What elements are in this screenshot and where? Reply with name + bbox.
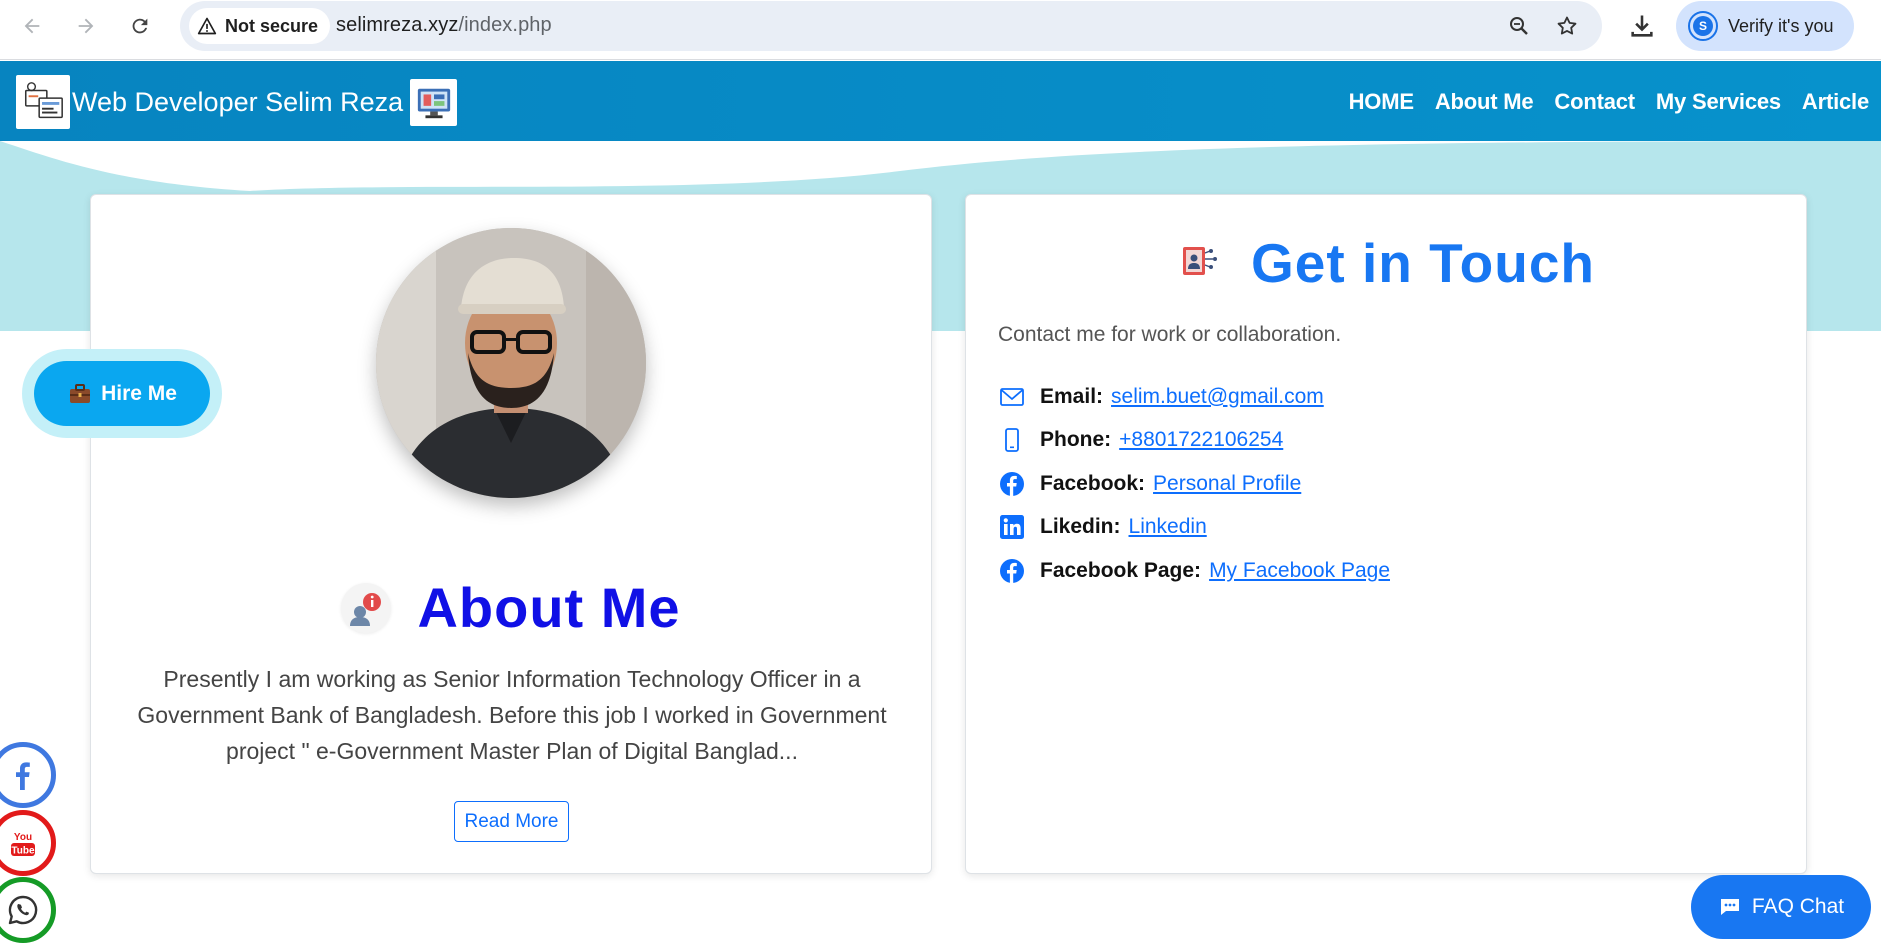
about-title: About Me	[417, 576, 681, 639]
forward-button[interactable]	[70, 10, 102, 42]
contact-email: Email: selim.buet@gmail.com	[998, 375, 1390, 419]
contact-title: Get in Touch	[1250, 232, 1595, 294]
about-card: About Me Presently I am working as Senio…	[90, 194, 932, 874]
linkedin-link[interactable]: Linkedin	[1129, 515, 1207, 539]
site-navbar: Web Developer Selim Reza HOME About Me C…	[0, 61, 1881, 141]
nav-about-me[interactable]: About Me	[1435, 89, 1534, 115]
whatsapp-icon	[8, 895, 38, 925]
youtube-icon: You Tube	[11, 830, 35, 857]
profile-initial: S	[1693, 16, 1713, 36]
svg-text:You: You	[14, 832, 32, 843]
faq-chat-button[interactable]: FAQ Chat	[1691, 875, 1871, 939]
hire-me-widget: Hire Me	[22, 349, 222, 438]
facebook-icon	[16, 762, 30, 790]
profile-label: Verify it's you	[1728, 15, 1834, 36]
contact-label: Likedin:	[1040, 515, 1121, 539]
social-whatsapp-button[interactable]	[0, 877, 56, 943]
about-description: Presently I am working as Senior Informa…	[137, 666, 887, 764]
email-link[interactable]: selim.buet@gmail.com	[1111, 385, 1324, 409]
contact-book-icon	[1177, 239, 1221, 288]
contact-facebook-page: Facebook Page: My Facebook Page	[998, 549, 1390, 593]
url-path: /index.php	[458, 14, 552, 36]
star-icon	[1557, 16, 1577, 35]
hire-me-label: Hire Me	[101, 381, 177, 405]
brand-logo[interactable]	[16, 75, 70, 129]
main-nav: HOME About Me Contact My Services Articl…	[1349, 89, 1870, 115]
nav-home[interactable]: HOME	[1349, 89, 1414, 115]
security-chip[interactable]: Not secure	[189, 8, 331, 44]
arrow-left-icon	[24, 18, 40, 34]
hire-me-button[interactable]: Hire Me	[34, 361, 210, 426]
reload-icon	[132, 18, 148, 34]
contact-label: Facebook Page:	[1040, 558, 1202, 582]
profile-chip[interactable]: S Verify it's you	[1676, 1, 1854, 51]
brand-name[interactable]: Web Developer Selim Reza	[72, 87, 403, 118]
contact-phone: Phone: +8801722106254	[998, 419, 1390, 463]
facebook-icon	[998, 470, 1026, 498]
security-label: Not secure	[225, 15, 319, 36]
avatar: S	[1688, 11, 1718, 41]
contact-label: Facebook:	[1040, 471, 1146, 495]
nav-my-services[interactable]: My Services	[1656, 89, 1781, 115]
download-icon	[1631, 15, 1653, 37]
portrait-image	[376, 228, 646, 498]
contact-label: Email:	[1040, 384, 1104, 408]
bookmark-button[interactable]	[1554, 13, 1580, 39]
linkedin-icon	[998, 513, 1026, 541]
svg-text:Tube: Tube	[11, 846, 35, 857]
info-person-icon	[341, 582, 392, 633]
contact-list: Email: selim.buet@gmail.com Phone: +8801…	[998, 375, 1390, 593]
back-button[interactable]	[16, 10, 48, 42]
social-facebook-button[interactable]	[0, 742, 56, 808]
facebook-page-link[interactable]: My Facebook Page	[1209, 559, 1390, 583]
contact-facebook: Facebook: Personal Profile	[998, 462, 1390, 506]
contact-label: Phone:	[1040, 428, 1112, 452]
contact-card: Get in Touch Contact me for work or coll…	[965, 194, 1807, 874]
facebook-profile-link[interactable]: Personal Profile	[1153, 472, 1301, 496]
reload-button[interactable]	[124, 10, 156, 42]
facebook-icon	[998, 557, 1026, 585]
developer-logo-icon	[24, 82, 63, 119]
read-more-button[interactable]: Read More	[454, 801, 569, 842]
nav-article[interactable]: Article	[1802, 89, 1869, 115]
social-youtube-button[interactable]: You Tube	[0, 810, 56, 876]
contact-linkedin: Likedin: Linkedin	[998, 506, 1390, 550]
phone-icon	[998, 426, 1026, 454]
contact-intro: Contact me for work or collaboration.	[998, 323, 1342, 346]
download-button[interactable]	[1628, 12, 1656, 40]
zoom-button[interactable]	[1506, 13, 1532, 39]
arrow-right-icon	[78, 18, 94, 34]
envelope-icon	[998, 383, 1026, 411]
warning-icon	[197, 17, 217, 35]
browser-toolbar: Not secure selimreza.xyz/index.php S Ver…	[0, 0, 1881, 60]
profile-photo	[376, 228, 646, 498]
chat-icon	[1720, 899, 1739, 915]
faq-chat-label: FAQ Chat	[1751, 895, 1845, 918]
brand-badge	[410, 79, 457, 126]
url-text[interactable]: selimreza.xyz/index.php	[336, 14, 552, 37]
url-host: selimreza.xyz	[336, 14, 459, 36]
monitor-icon	[417, 88, 450, 118]
about-heading: About Me	[91, 575, 931, 640]
contact-heading: Get in Touch	[966, 231, 1806, 295]
address-bar[interactable]: Not secure selimreza.xyz/index.php	[180, 1, 1602, 51]
phone-link[interactable]: +8801722106254	[1119, 428, 1283, 452]
zoom-icon	[1510, 17, 1528, 35]
nav-contact[interactable]: Contact	[1554, 89, 1635, 115]
hero-wave	[0, 141, 1881, 191]
briefcase-icon	[70, 383, 91, 403]
